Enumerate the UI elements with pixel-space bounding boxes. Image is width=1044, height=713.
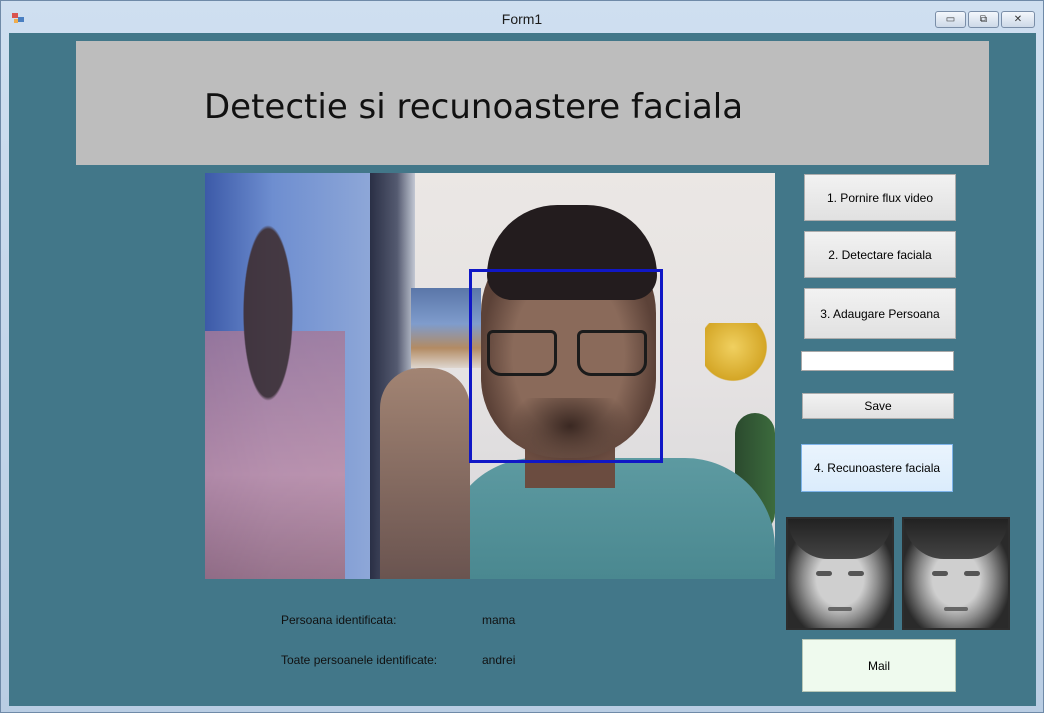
identified-person-value: mama bbox=[482, 613, 516, 627]
thumbnail-eye-right bbox=[964, 571, 980, 576]
face-detection-box bbox=[469, 269, 663, 463]
maximize-icon: ⧉ bbox=[979, 14, 988, 25]
thumbnail-eye-right bbox=[848, 571, 864, 576]
background-person bbox=[205, 223, 345, 579]
app-window: Form1 ▭ ⧉ ✕ Detectie si recunoastere fac… bbox=[0, 0, 1044, 713]
title-bar: Form1 ▭ ⧉ ✕ bbox=[1, 1, 1043, 33]
page-title: Detectie si recunoastere faciala bbox=[204, 87, 744, 127]
thumbnail-mouth bbox=[828, 607, 852, 611]
face-thumbnail-2 bbox=[902, 517, 1010, 630]
mail-button[interactable]: Mail bbox=[802, 639, 956, 692]
thumbnail-eye-left bbox=[932, 571, 948, 576]
close-button[interactable]: ✕ bbox=[1001, 11, 1035, 28]
window-title: Form1 bbox=[501, 11, 543, 27]
person-name-input[interactable] bbox=[801, 351, 954, 371]
close-icon: ✕ bbox=[1013, 14, 1023, 25]
all-identified-value: andrei bbox=[482, 653, 516, 667]
video-feed bbox=[205, 173, 775, 579]
maximize-button[interactable]: ⧉ bbox=[968, 11, 999, 28]
minimize-button[interactable]: ▭ bbox=[935, 11, 966, 28]
add-person-button[interactable]: 3. Adaugare Persoana bbox=[804, 288, 956, 339]
recognize-face-button[interactable]: 4. Recunoastere faciala bbox=[801, 444, 953, 492]
minimize-icon: ▭ bbox=[945, 14, 956, 25]
all-identified-label: Toate persoanele identificate: bbox=[281, 653, 438, 667]
thumbnail-hair bbox=[788, 519, 892, 559]
save-button[interactable]: Save bbox=[802, 393, 954, 419]
header-panel: Detectie si recunoastere faciala bbox=[76, 41, 989, 165]
start-video-button[interactable]: 1. Pornire flux video bbox=[804, 174, 956, 221]
video-lamp bbox=[705, 323, 775, 383]
thumbnail-eye-left bbox=[816, 571, 832, 576]
thumbnail-mouth bbox=[944, 607, 968, 611]
video-hand bbox=[380, 368, 470, 579]
identified-person-label: Persoana identificata: bbox=[281, 613, 397, 627]
detect-face-button[interactable]: 2. Detectare faciala bbox=[804, 231, 956, 278]
thumbnail-hair bbox=[904, 519, 1008, 559]
form-client-area: Detectie si recunoastere faciala 1. Porn… bbox=[9, 33, 1036, 706]
face-thumbnail-1 bbox=[786, 517, 894, 630]
